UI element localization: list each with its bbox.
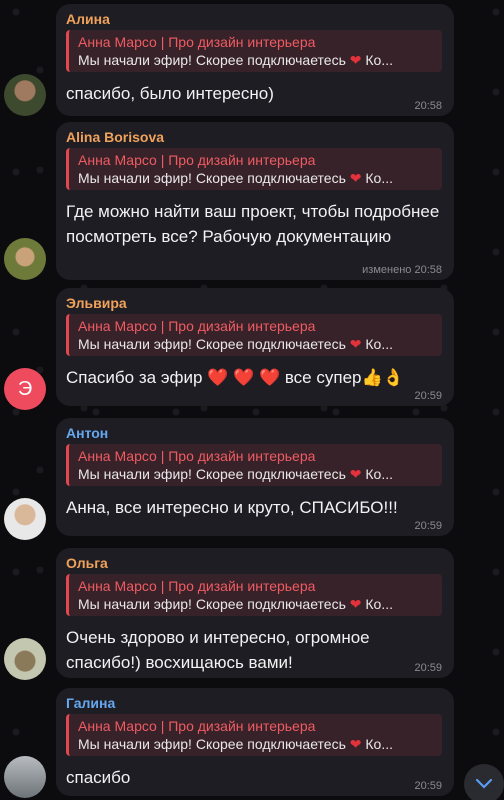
sender-name[interactable]: Алина [66,10,442,28]
reply-title: Анна Марсо | Про дизайн интерьера [78,318,316,334]
reply-title: Анна Марсо | Про дизайн интерьера [78,718,316,734]
avatar[interactable] [4,498,46,540]
message-text: Анна, все интересно и круто, СПАСИБО!!! [66,498,398,517]
sender-name[interactable]: Эльвира [66,294,442,312]
message-text: Очень здорово и интересно, огромное спас… [66,628,370,672]
heart-icon: ❤ [349,336,362,352]
avatar[interactable]: Э [4,368,46,410]
reply-text: Мы начали эфир! Скорее подключаетесь ❤ К… [78,170,393,186]
avatar[interactable] [4,74,46,116]
chevron-down-icon [475,778,493,789]
message-bubble[interactable]: Alina Borisova Анна Марсо | Про дизайн и… [56,122,454,280]
emoji-suffix: ❤️ ❤️ ❤️ все супер👍👌 [207,368,404,387]
sender-name[interactable]: Антон [66,424,442,442]
reply-quote[interactable]: Анна Марсо | Про дизайн интерьера Мы нач… [66,574,442,616]
message-bubble[interactable]: Антон Анна Марсо | Про дизайн интерьера … [56,418,454,536]
heart-icon: ❤ [349,596,362,612]
reply-title: Анна Марсо | Про дизайн интерьера [78,448,316,464]
reply-text: Мы начали эфир! Скорее подключаетесь ❤ К… [78,736,393,752]
reply-text: Мы начали эфир! Скорее подключаетесь ❤ К… [78,466,393,482]
message-text: спасибо, было интересно) [66,84,274,103]
reply-title: Анна Марсо | Про дизайн интерьера [78,152,316,168]
heart-icon: ❤ [349,466,362,482]
message-time: 20:59 [414,662,442,674]
reply-quote[interactable]: Анна Марсо | Про дизайн интерьера Мы нач… [66,444,442,486]
message-bubble[interactable]: Эльвира Анна Марсо | Про дизайн интерьер… [56,288,454,406]
message-time: 20:59 [414,520,442,532]
message-text: Где можно найти ваш проект, чтобы подроб… [66,202,440,246]
heart-icon: ❤ [349,52,362,68]
reply-title: Анна Марсо | Про дизайн интерьера [78,578,316,594]
message-time: изменено 20:58 [362,264,442,276]
message-bubble[interactable]: Галина Анна Марсо | Про дизайн интерьера… [56,688,454,796]
message-time: 20:59 [414,390,442,402]
scroll-down-button[interactable] [464,764,504,800]
reply-quote[interactable]: Анна Марсо | Про дизайн интерьера Мы нач… [66,314,442,356]
sender-name[interactable]: Галина [66,694,442,712]
message-time: 20:59 [414,780,442,792]
reply-quote[interactable]: Анна Марсо | Про дизайн интерьера Мы нач… [66,714,442,756]
message-text: Спасибо за эфир ❤️ ❤️ ❤️ все супер👍👌 [66,368,404,387]
message-bubble[interactable]: Ольга Анна Марсо | Про дизайн интерьера … [56,548,454,678]
reply-text: Мы начали эфир! Скорее подключаетесь ❤ К… [78,596,393,612]
reply-quote[interactable]: Анна Марсо | Про дизайн интерьера Мы нач… [66,148,442,190]
message-text: спасибо [66,768,131,787]
reply-title: Анна Марсо | Про дизайн интерьера [78,34,316,50]
avatar[interactable] [4,238,46,280]
message-time: 20:58 [414,100,442,112]
sender-name[interactable]: Alina Borisova [66,128,442,146]
sender-name[interactable]: Ольга [66,554,442,572]
avatar[interactable] [4,756,46,798]
heart-icon: ❤ [349,736,362,752]
message-bubble[interactable]: Алина Анна Марсо | Про дизайн интерьера … [56,4,454,116]
reply-text: Мы начали эфир! Скорее подключаетесь ❤ К… [78,52,393,68]
reply-quote[interactable]: Анна Марсо | Про дизайн интерьера Мы нач… [66,30,442,72]
heart-icon: ❤ [349,170,362,186]
avatar[interactable] [4,638,46,680]
reply-text: Мы начали эфир! Скорее подключаетесь ❤ К… [78,336,393,352]
